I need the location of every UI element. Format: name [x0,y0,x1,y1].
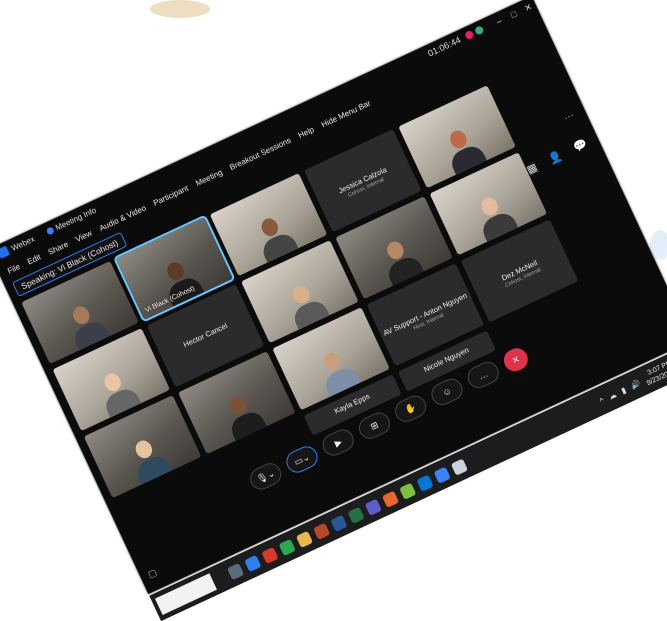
recording-icon[interactable] [463,29,475,41]
app-icon[interactable] [381,490,399,508]
participant-name: Hector Cancel [181,320,229,349]
outlook-icon[interactable] [243,554,262,572]
participant-video [313,346,361,397]
share-button[interactable]: ▶ [319,425,358,460]
participant-name: Dez McNeil [499,257,539,283]
task-view-icon[interactable] [226,562,245,580]
volume-icon[interactable]: 🔊 [629,378,642,390]
more-options-button[interactable]: … [464,358,503,392]
system-tray: ^ ☁ ▮ 🔊 3:07 PM 9/23/2022 20 [596,350,667,409]
connection-status-icon[interactable] [473,25,485,36]
raise-hand-button[interactable]: ✋ [391,392,430,426]
onedrive-icon[interactable]: ☁ [607,390,618,402]
system-clock[interactable]: 3:07 PM 9/23/2022 [642,359,667,388]
decorative-shape [150,0,210,18]
menu-help[interactable]: Help [297,125,316,140]
photos-icon[interactable] [450,458,468,476]
word-icon[interactable] [330,514,348,532]
participant-video [62,300,110,351]
network-icon[interactable]: ▮ [620,385,628,395]
participant-video [282,279,330,330]
webex-taskbar-icon[interactable] [433,466,451,484]
info-icon [45,225,55,236]
participant-video [470,191,519,242]
teams-icon[interactable] [364,498,382,516]
chrome-icon[interactable] [278,538,296,556]
smiley-icon: ☺ [440,385,454,399]
webex-icon [0,245,11,259]
menu-view[interactable]: View [74,228,93,243]
file-explorer-icon[interactable] [295,530,313,548]
participant-video [219,390,267,441]
chat-icon[interactable]: 💬 [572,137,589,155]
menu-edit[interactable]: Edit [26,252,42,266]
more-icon[interactable]: ··· [562,110,576,124]
participant-video [439,124,487,175]
reactions-button[interactable]: ☺ [427,375,467,409]
side-panel-controls: ▦ 👤 💬 [524,137,590,177]
webex-meeting-window: Webex Meeting Info 01:06:44 – □ ✕ File E… [0,0,667,621]
participant-name: Jessica Calzola [336,164,388,195]
end-call-icon: ✕ [510,353,522,366]
apps-button[interactable]: ⊞ [355,408,394,443]
participant-video [376,235,424,286]
app-icon[interactable] [416,474,434,492]
participant-video [93,367,142,418]
share-icon: ▶ [332,436,344,449]
participant-video [251,212,299,263]
mute-button[interactable]: 🎙 ⌄ [246,459,285,494]
raise-hand-icon: ✋ [403,401,418,416]
close-icon[interactable]: ✕ [519,0,538,16]
meeting-timer: 01:06:44 [426,34,463,59]
more-icon: … [477,368,490,382]
participant-video [125,434,173,485]
closed-captions-icon[interactable]: ▢ [146,567,158,581]
participant-name: AV Support - Anton Nguyen [381,290,469,338]
end-call-button[interactable]: ✕ [500,344,532,375]
apps-icon: ⊞ [368,419,380,432]
participants-icon[interactable]: 👤 [547,149,564,167]
taskbar-search-box[interactable] [154,573,217,615]
app-icon[interactable] [398,482,417,500]
chevron-up-icon[interactable]: ^ [598,395,605,405]
powerpoint-icon[interactable] [312,522,331,540]
menu-share[interactable]: Share [46,239,69,256]
acrobat-icon[interactable] [261,546,279,564]
excel-icon[interactable] [347,506,365,524]
menu-file[interactable]: File [6,262,21,276]
start-video-button[interactable]: ▭ ⌄ [282,442,322,477]
